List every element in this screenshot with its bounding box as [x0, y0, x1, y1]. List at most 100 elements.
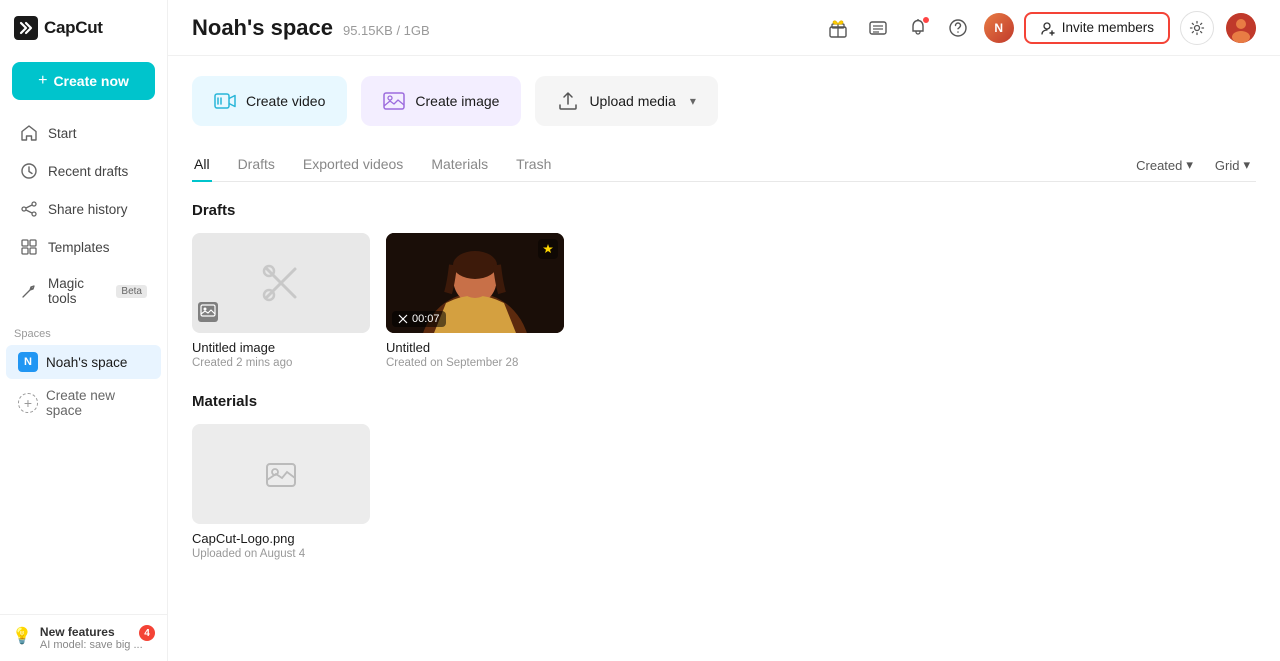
draft-item-untitled-video[interactable]: 00:07 Untitled Created on September 28 — [386, 233, 564, 369]
star-icon — [538, 239, 558, 259]
new-features-title: New features — [40, 625, 143, 639]
settings-button[interactable] — [1180, 11, 1214, 45]
create-image-card[interactable]: Create image — [361, 76, 521, 126]
header-icons: N Invite members — [824, 11, 1256, 45]
space-title-area: Noah's space 95.15KB / 1GB — [192, 15, 430, 41]
user-avatar-img — [1226, 13, 1256, 43]
view-chevron-icon: ▾ — [1243, 157, 1250, 173]
upload-media-label: Upload media — [589, 93, 675, 109]
sort-button[interactable]: Created ▾ — [1130, 153, 1199, 177]
capcut-logo-icon — [14, 16, 38, 40]
templates-icon — [20, 238, 38, 256]
plus-space-icon: + — [18, 393, 38, 413]
drafts-section-title: Drafts — [192, 202, 1256, 219]
beta-badge: Beta — [116, 285, 147, 298]
sidebar-item-noahs-space[interactable]: N Noah's space — [6, 345, 161, 379]
create-new-space-button[interactable]: + Create new space — [6, 381, 161, 425]
image-placeholder-icon — [263, 456, 299, 492]
materials-section-title: Materials — [192, 393, 1256, 410]
share-label: Share history — [48, 202, 128, 217]
view-button[interactable]: Grid ▾ — [1209, 153, 1256, 177]
drafts-grid: Untitled image Created 2 mins ago — [192, 233, 1256, 369]
user-avatar[interactable] — [1226, 13, 1256, 43]
home-icon — [20, 124, 38, 142]
notification-count-badge: 4 — [139, 625, 155, 641]
upload-inner: Upload media ▾ — [557, 90, 695, 112]
content-tabs: All Drafts Exported videos Materials Tra… — [192, 148, 553, 181]
gift-svg — [828, 18, 848, 38]
draft-sub-0: Created 2 mins ago — [192, 357, 370, 369]
thumb-options — [538, 239, 558, 259]
magic-label: Magic tools — [48, 276, 104, 306]
tab-exported[interactable]: Exported videos — [301, 148, 405, 182]
main-content: Noah's space 95.15KB / 1GB — [168, 0, 1280, 661]
draft-thumb-image — [192, 233, 370, 333]
sidebar-item-start[interactable]: Start — [6, 115, 161, 151]
capcut-logo: CapCut — [14, 16, 103, 40]
image-type-icon — [198, 302, 218, 327]
templates-label: Templates — [48, 240, 110, 255]
materials-grid: CapCut-Logo.png Uploaded on August 4 — [192, 424, 1256, 560]
create-video-card[interactable]: Create video — [192, 76, 347, 126]
draft-item-untitled-image[interactable]: Untitled image Created 2 mins ago — [192, 233, 370, 369]
tab-all[interactable]: All — [192, 148, 212, 182]
sidebar-item-recent[interactable]: Recent drafts — [6, 153, 161, 189]
view-label: Grid — [1215, 158, 1240, 173]
sidebar-item-magic[interactable]: Magic tools Beta — [6, 267, 161, 315]
material-label-0: CapCut-Logo.png — [192, 531, 370, 546]
member-avatar: N — [984, 13, 1014, 43]
create-space-label: Create new space — [46, 388, 149, 418]
share-icon — [20, 200, 38, 218]
draft-label-1: Untitled — [386, 340, 564, 355]
content-controls: Created ▾ Grid ▾ — [1130, 153, 1256, 177]
sidebar: CapCut + Create now Start Recent drafts … — [0, 0, 168, 661]
app-name: CapCut — [44, 18, 103, 38]
gear-icon — [1189, 20, 1205, 36]
space-name-label: Noah's space — [46, 355, 127, 370]
sidebar-item-templates[interactable]: Templates — [6, 229, 161, 265]
notification-dot — [922, 16, 930, 24]
create-now-button[interactable]: + Create now — [12, 62, 155, 100]
invite-members-button[interactable]: Invite members — [1024, 12, 1170, 44]
video-card-icon — [214, 90, 236, 112]
upload-media-card[interactable]: Upload media ▾ — [535, 76, 717, 126]
material-sub-0: Uploaded on August 4 — [192, 548, 370, 560]
tab-drafts[interactable]: Drafts — [236, 148, 277, 182]
image-card-icon — [383, 90, 405, 112]
new-features-text: New features AI model: save big ... — [40, 625, 143, 651]
create-now-label: Create now — [53, 73, 128, 89]
draft-label-0: Untitled image — [192, 340, 370, 355]
spaces-section-label: Spaces — [0, 316, 167, 344]
lightbulb-icon: 💡 — [12, 626, 32, 646]
create-image-label: Create image — [415, 93, 499, 109]
notification-icon[interactable] — [904, 14, 932, 42]
start-label: Start — [48, 126, 77, 141]
invite-label: Invite members — [1062, 20, 1154, 35]
recent-label: Recent drafts — [48, 164, 128, 179]
material-thumb-0 — [192, 424, 370, 524]
list-icon[interactable] — [864, 14, 892, 42]
help-icon[interactable] — [944, 14, 972, 42]
page-title: Noah's space — [192, 15, 333, 41]
gift-icon[interactable] — [824, 14, 852, 42]
material-item-capcut-logo[interactable]: CapCut-Logo.png Uploaded on August 4 — [192, 424, 370, 560]
tab-materials[interactable]: Materials — [429, 148, 490, 182]
scissors-small-icon — [398, 314, 408, 324]
action-cards: Create video Create image Upload media — [192, 76, 1256, 126]
notification-badge-wrap: 4 — [139, 625, 155, 641]
logo-area: CapCut — [0, 0, 167, 56]
tab-trash[interactable]: Trash — [514, 148, 553, 182]
tabs-row: All Drafts Exported videos Materials Tra… — [192, 148, 1256, 181]
topbar-actions: N Invite members — [984, 11, 1214, 45]
invite-icon — [1040, 20, 1056, 36]
sort-chevron-icon: ▾ — [1186, 157, 1193, 173]
sidebar-bottom: 💡 New features AI model: save big ... 4 — [0, 614, 167, 661]
list-svg — [868, 18, 888, 38]
scissors-placeholder-icon — [259, 261, 303, 305]
sidebar-item-share[interactable]: Share history — [6, 191, 161, 227]
new-features-area[interactable]: 💡 New features AI model: save big ... 4 — [12, 625, 155, 651]
draft-thumb-video: 00:07 — [386, 233, 564, 333]
plus-icon: + — [38, 72, 47, 90]
storage-info: 95.15KB / 1GB — [343, 23, 430, 38]
wand-icon — [20, 282, 38, 300]
